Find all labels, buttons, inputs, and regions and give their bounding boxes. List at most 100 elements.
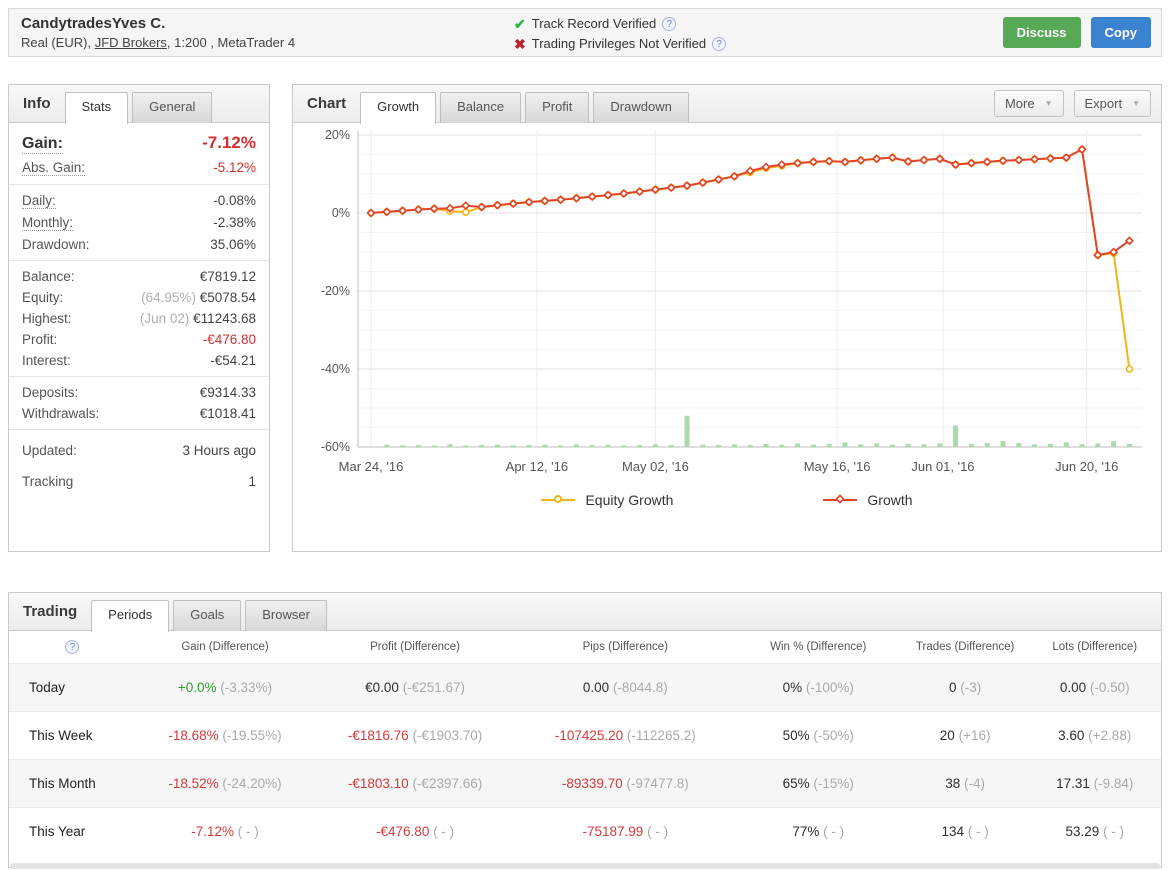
- legend-marker-line: [541, 495, 576, 503]
- cell-difference: (-3): [956, 680, 982, 695]
- cell-gain: +0.0% (-3.33%): [135, 663, 315, 712]
- cell-value: 3.60: [1058, 728, 1085, 743]
- cell-difference: (-19.55%): [218, 728, 282, 743]
- cell-value: 0: [948, 680, 957, 695]
- legend-marker-diamond: [835, 494, 846, 504]
- copy-button[interactable]: Copy: [1090, 17, 1151, 48]
- cell-trades: 20 (+16): [901, 711, 1029, 760]
- info-label: Equity:: [22, 290, 64, 305]
- svg-text:20%: 20%: [325, 128, 350, 142]
- info-row-withdrawals: Withdrawals: €1018.41: [9, 403, 269, 424]
- info-value: -2.38%: [213, 215, 256, 230]
- discuss-button[interactable]: Discuss: [1002, 17, 1081, 48]
- info-label[interactable]: Abs. Gain:: [22, 160, 86, 176]
- svg-text:0%: 0%: [332, 206, 350, 220]
- info-label: Deposits:: [22, 385, 79, 400]
- cell-profit: -€1803.10 (-€2397.66): [314, 759, 516, 808]
- cell-profit: €0.00 (-€251.67): [314, 663, 516, 712]
- period-label: This Month: [9, 759, 136, 808]
- cell-difference: (-15%): [809, 776, 854, 791]
- export-dropdown[interactable]: Export ▼: [1073, 90, 1151, 117]
- track-record-label: Track Record Verified: [531, 15, 657, 31]
- info-label[interactable]: Gain:: [22, 135, 63, 154]
- more-label: More: [1004, 96, 1035, 111]
- cell-difference: (-0.50): [1086, 680, 1130, 695]
- cell-value: -18.52%: [168, 776, 219, 791]
- trading-panel: Trading Periods Goals Browser ? Gain (Diffe…: [8, 592, 1162, 868]
- info-row-gain: Gain: -7.12%: [9, 130, 269, 157]
- chart-tab-balance[interactable]: Balance: [440, 92, 522, 123]
- svg-text:May 16, '16: May 16, '16: [804, 459, 871, 474]
- privileges-label: Trading Privileges Not Verified: [531, 35, 707, 51]
- info-value: 3 Hours ago: [182, 443, 256, 458]
- broker-link[interactable]: JFD Brokers: [95, 35, 167, 50]
- info-row-equity: Equity: (64.95%) €5078.54: [9, 287, 269, 308]
- cell-difference: ( - ): [964, 824, 989, 839]
- info-label[interactable]: Monthly:: [22, 215, 74, 231]
- cell-value: -75187.99: [582, 824, 644, 839]
- cell-difference: (-€1903.70): [408, 728, 483, 743]
- cell-difference: (+16): [954, 728, 991, 743]
- info-label[interactable]: Daily:: [22, 193, 56, 209]
- cell-trades: 0 (-3): [901, 663, 1029, 712]
- period-label: This Year: [9, 807, 136, 855]
- trading-tab-periods[interactable]: Periods: [91, 600, 170, 632]
- cell-profit: -€476.80 ( - ): [314, 807, 516, 855]
- info-value: -5.12%: [213, 160, 256, 175]
- info-value: -€54.21: [210, 353, 256, 368]
- info-panel: Info Stats General Gain: -7.12% Abs. Gain: -…: [8, 84, 270, 552]
- info-row-daily: Daily: -0.08%: [9, 190, 269, 212]
- cell-difference: (+2.88): [1084, 728, 1132, 743]
- help-icon[interactable]: ?: [65, 640, 80, 654]
- chart-tab-drawdown[interactable]: Drawdown: [593, 92, 689, 123]
- info-value: 1: [248, 474, 256, 489]
- cell-value: 50%: [782, 728, 810, 743]
- info-row-monthly: Monthly: -2.38%: [9, 212, 269, 234]
- legend-item-equity-growth[interactable]: Equity Growth: [541, 492, 673, 508]
- cell-win: 0% (-100%): [734, 663, 902, 712]
- info-tabs: Stats General: [64, 92, 213, 124]
- account-identity: CandytradesYves C. Real (EUR), JFD Broke…: [9, 11, 514, 54]
- trading-tab-browser[interactable]: Browser: [245, 600, 327, 631]
- info-value: €7819.12: [199, 269, 256, 284]
- info-value: (64.95%) €5078.54: [141, 290, 256, 305]
- cell-lots: 53.29 ( - ): [1028, 807, 1161, 855]
- svg-text:-20%: -20%: [321, 284, 350, 298]
- cell-value: +0.0%: [177, 680, 217, 695]
- trading-tab-goals[interactable]: Goals: [173, 600, 242, 631]
- info-tab-stats[interactable]: Stats: [64, 92, 129, 124]
- column-header-win: Win % (Difference): [734, 631, 902, 664]
- cell-value: -18.68%: [168, 728, 219, 743]
- info-value: €1018.41: [199, 406, 256, 421]
- info-row-drawdown: Drawdown: 35.06%: [9, 234, 269, 255]
- info-row-absgain: Abs. Gain: -5.12%: [9, 157, 269, 179]
- column-header-lots: Lots (Difference): [1028, 631, 1161, 664]
- legend-item-growth[interactable]: Growth: [823, 492, 913, 508]
- cell-lots: 17.31 (-9.84): [1028, 759, 1161, 808]
- cell-difference: (-97477.8): [622, 776, 689, 791]
- info-row-updated: Updated: 3 Hours ago: [9, 435, 269, 466]
- cell-value: 20: [939, 728, 955, 743]
- info-panel-header: Info Stats General: [9, 85, 269, 124]
- period-label: Today: [9, 663, 136, 712]
- table-row-this-month: This Month -18.52% (-24.20%) -€1803.10 (-€…: [9, 759, 1161, 808]
- info-tab-general[interactable]: General: [132, 92, 213, 123]
- account-header: CandytradesYves C. Real (EUR), JFD Broke…: [8, 8, 1162, 57]
- info-stats-list: Gain: -7.12% Abs. Gain: -5.12% Daily: -0.08% M…: [9, 123, 269, 504]
- cell-value: -€1816.76: [347, 728, 409, 743]
- column-header-trades: Trades (Difference): [901, 631, 1029, 664]
- more-dropdown[interactable]: More ▼: [993, 90, 1064, 117]
- growth-chart: 20% 0% -20% -40% -60% Mar 24, '16 Apr 12, '16 M…: [321, 128, 1142, 474]
- info-row-balance: Balance: €7819.12: [9, 266, 269, 287]
- help-icon[interactable]: ?: [712, 36, 727, 51]
- info-value-prefix: (64.95%): [141, 290, 200, 305]
- help-icon[interactable]: ?: [662, 16, 677, 31]
- info-panel-title: Info: [23, 95, 51, 112]
- cell-pips: 0.00 (-8044.8): [515, 663, 735, 712]
- cell-value: 77%: [792, 824, 820, 839]
- cell-win: 77% ( - ): [734, 807, 902, 855]
- check-icon: ✔: [514, 15, 526, 32]
- cell-value: 53.29: [1065, 824, 1100, 839]
- chart-tab-profit[interactable]: Profit: [525, 92, 590, 123]
- chart-tab-growth[interactable]: Growth: [360, 92, 437, 124]
